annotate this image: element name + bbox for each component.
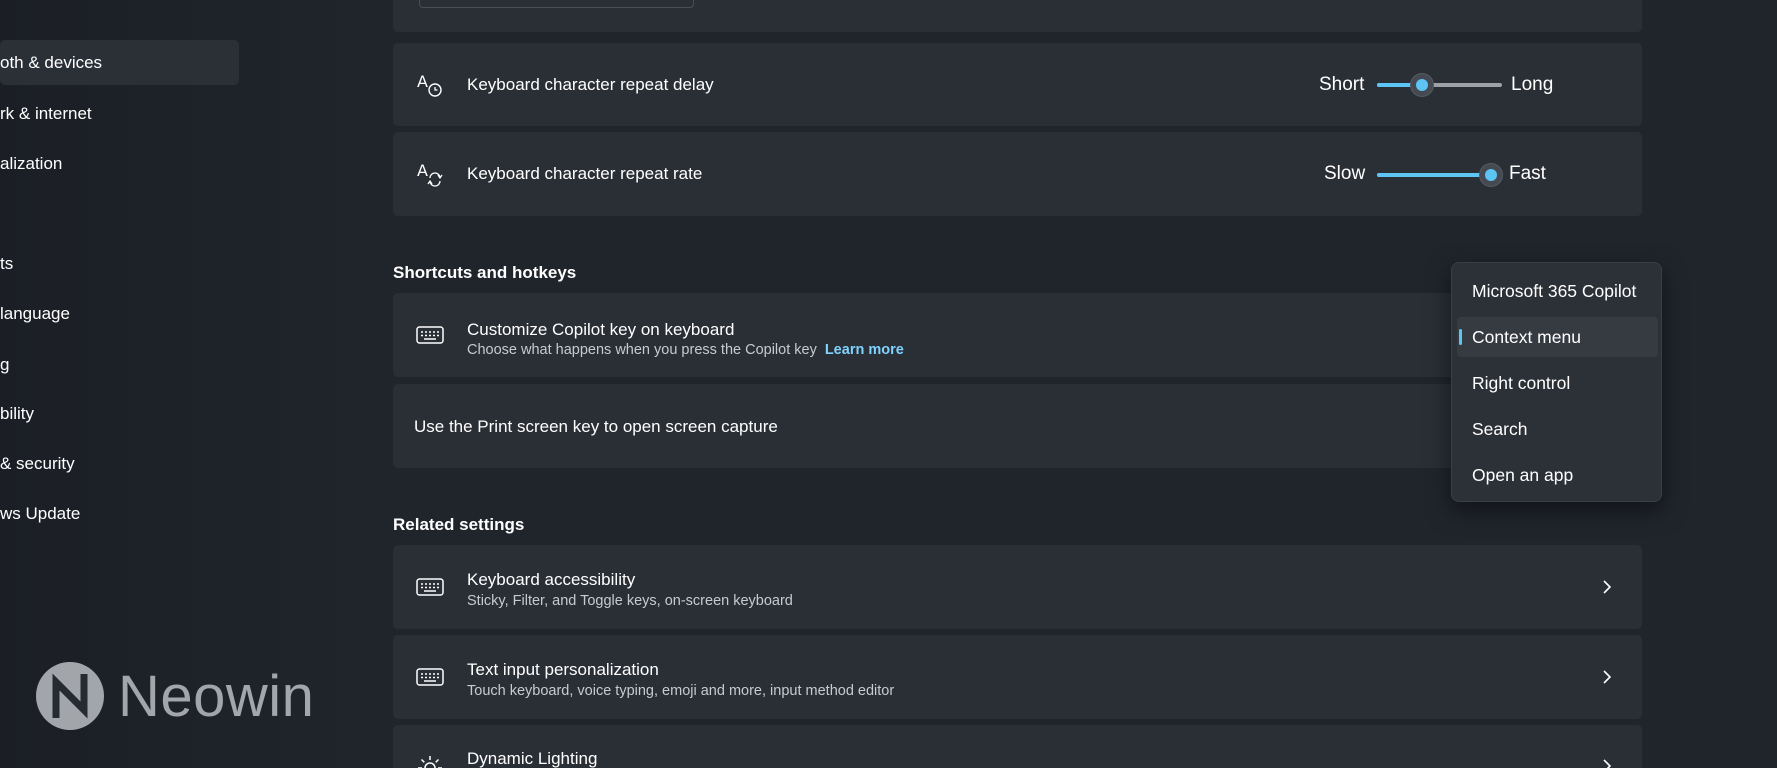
menu-item-right-control[interactable]: Right control (1457, 363, 1658, 403)
copilot-key-dropdown-menu: Microsoft 365 Copilot Context menu Right… (1451, 262, 1662, 502)
dynamic-lighting-title: Dynamic Lighting (467, 749, 598, 768)
repeat-rate-title: Keyboard character repeat rate (467, 164, 703, 183)
sidebar-item-privacy-security[interactable]: & security (0, 441, 239, 486)
lighting-icon (418, 756, 442, 768)
sidebar-item-bluetooth-devices[interactable]: oth & devices (0, 40, 239, 85)
chevron-right-icon (1603, 759, 1612, 768)
slider-max-label: Fast (1509, 163, 1546, 184)
repeat-delay-slider[interactable] (1377, 73, 1502, 97)
slider-fill (1377, 173, 1491, 177)
copilot-key-subtitle: Choose what happens when you press the C… (467, 342, 904, 358)
neowin-logo (36, 662, 104, 730)
menu-item-context-menu[interactable]: Context menu (1457, 317, 1658, 357)
slider-thumb[interactable] (1479, 163, 1503, 187)
menu-item-open-an-app[interactable]: Open an app (1457, 455, 1658, 495)
dynamic-lighting-link[interactable]: Dynamic Lighting (393, 725, 1642, 768)
shortcuts-section-title: Shortcuts and hotkeys (393, 263, 577, 282)
repeat-rate-card: A Keyboard character repeat rate Slow Fa… (393, 132, 1642, 216)
repeat-delay-title: Keyboard character repeat delay (467, 75, 714, 94)
sidebar-item-label: ws Update (0, 503, 81, 523)
sidebar-item-accessibility[interactable]: bility (0, 391, 239, 436)
neowin-watermark: Neowin (34, 660, 314, 732)
sidebar-item-label: ts (0, 253, 14, 273)
watermark-text: Neowin (118, 663, 315, 729)
partial-control[interactable] (419, 0, 694, 8)
settings-window: oth & devices rk & internet alization ts… (0, 0, 1777, 768)
slider-min-label: Slow (1324, 163, 1366, 184)
repeat-delay-icon: A (417, 72, 442, 97)
sidebar-item-label: & security (0, 453, 75, 473)
sidebar-item-windows-update[interactable]: ws Update (0, 491, 239, 536)
menu-item-label: Search (1472, 418, 1528, 439)
keyboard-accessibility-subtitle: Sticky, Filter, and Toggle keys, on-scre… (467, 593, 793, 609)
repeat-delay-card: A Keyboard character repeat delay Short … (393, 43, 1642, 126)
sidebar-item-label: g (0, 354, 10, 374)
keyboard-accessibility-link[interactable]: Keyboard accessibility Sticky, Filter, a… (393, 545, 1642, 629)
sidebar-item-label: language (0, 303, 70, 323)
sidebar-item-gaming[interactable]: g (0, 342, 239, 387)
copilot-key-description: Choose what happens when you press the C… (467, 342, 817, 358)
keyboard-icon (416, 578, 444, 596)
print-screen-title: Use the Print screen key to open screen … (414, 417, 778, 436)
text-input-personalization-link[interactable]: Text input personalization Touch keyboar… (393, 635, 1642, 719)
menu-item-label: Open an app (1472, 464, 1574, 485)
related-section-title: Related settings (393, 515, 525, 534)
sidebar-item-label: oth & devices (0, 52, 103, 72)
repeat-rate-slider[interactable] (1377, 163, 1503, 187)
sidebar-item-label: bility (0, 403, 35, 423)
chevron-right-icon (1603, 580, 1612, 594)
svg-text:A: A (417, 72, 428, 91)
menu-item-microsoft-365-copilot[interactable]: Microsoft 365 Copilot (1457, 271, 1658, 311)
svg-text:A: A (417, 161, 428, 180)
sidebar-item-label: alization (0, 153, 63, 173)
keyboard-icon (416, 668, 444, 686)
text-input-subtitle: Touch keyboard, voice typing, emoji and … (467, 683, 895, 699)
menu-item-search[interactable]: Search (1457, 409, 1658, 449)
selection-indicator (1459, 329, 1462, 345)
menu-item-label: Context menu (1472, 326, 1581, 347)
text-input-title: Text input personalization (467, 660, 659, 679)
slider-max-label: Long (1511, 74, 1554, 95)
menu-item-label: Right control (1472, 372, 1571, 393)
sidebar-item-personalization[interactable]: alization (0, 141, 239, 186)
sidebar: oth & devices rk & internet alization ts… (0, 0, 240, 768)
sidebar-item-label: rk & internet (0, 103, 92, 123)
previous-setting-card (393, 0, 1642, 32)
chevron-right-icon (1603, 670, 1612, 684)
sidebar-item-network-internet[interactable]: rk & internet (0, 91, 239, 136)
learn-more-link[interactable]: Learn more (825, 342, 904, 358)
keyboard-icon (416, 326, 444, 344)
slider-thumb[interactable] (1410, 73, 1434, 97)
slider-min-label: Short (1319, 74, 1365, 95)
sidebar-item-time-language[interactable]: language (0, 291, 239, 336)
sidebar-item-accounts[interactable]: ts (0, 241, 239, 286)
keyboard-accessibility-title: Keyboard accessibility (467, 570, 636, 589)
copilot-key-title: Customize Copilot key on keyboard (467, 320, 735, 339)
repeat-rate-icon: A (417, 161, 443, 187)
menu-item-label: Microsoft 365 Copilot (1472, 280, 1637, 301)
